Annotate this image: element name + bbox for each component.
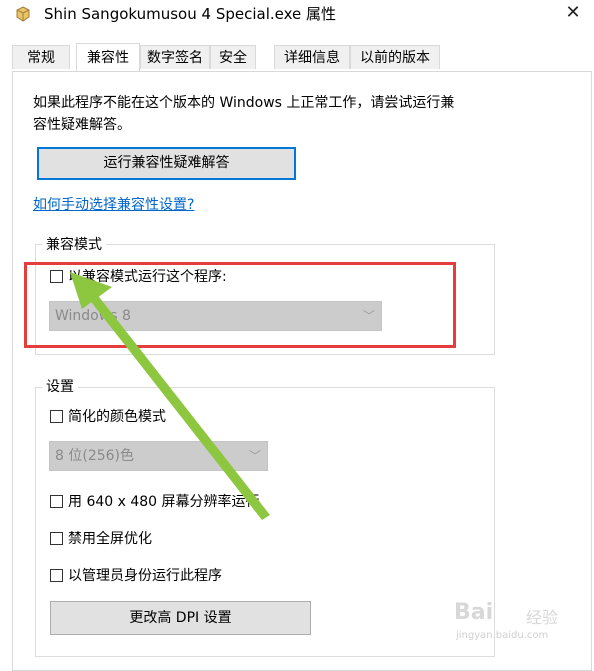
run-as-admin-row[interactable]: 以管理员身份运行此程序 bbox=[50, 566, 222, 586]
intro-line-1: 如果此程序不能在这个版本的 Windows 上正常工作，请尝试运行兼 bbox=[33, 95, 455, 111]
reduced-color-row[interactable]: 简化的颜色模式 bbox=[50, 407, 166, 427]
watermark-brand-jingyan: 经验 bbox=[526, 608, 559, 627]
change-dpi-button[interactable]: 更改高 DPI 设置 bbox=[50, 601, 311, 635]
watermark-brand: Bai bbox=[454, 600, 494, 625]
settings-group-label: 设置 bbox=[42, 376, 78, 396]
run-640-checkbox[interactable] bbox=[50, 495, 63, 508]
tab-digital-signatures[interactable]: 数字签名 bbox=[140, 45, 210, 69]
reduced-color-checkbox[interactable] bbox=[50, 410, 63, 423]
watermark-url: jingyan.baidu.com bbox=[456, 630, 549, 641]
run-troubleshooter-button[interactable]: 运行兼容性疑难解答 bbox=[37, 147, 296, 180]
tab-previous-versions[interactable]: 以前的版本 bbox=[350, 45, 440, 69]
disable-fullscreen-label: 禁用全屏优化 bbox=[68, 531, 152, 547]
disable-fullscreen-checkbox[interactable] bbox=[50, 532, 63, 545]
title-bar: Shin Sangokumusou 4 Special.exe 属性 ✕ bbox=[0, 0, 594, 30]
tab-details[interactable]: 详细信息 bbox=[274, 45, 350, 69]
color-depth-select-value: 8 位(256)色 bbox=[55, 448, 135, 464]
window-title: Shin Sangokumusou 4 Special.exe 属性 bbox=[44, 5, 337, 23]
app-icon bbox=[14, 5, 32, 23]
run-640-label: 用 640 x 480 屏幕分辨率运行 bbox=[68, 494, 260, 510]
disable-fullscreen-row[interactable]: 禁用全屏优化 bbox=[50, 529, 152, 549]
compat-mode-group-label: 兼容模式 bbox=[42, 234, 106, 254]
run-as-admin-label: 以管理员身份运行此程序 bbox=[68, 568, 222, 584]
chevron-down-icon: ﹀ bbox=[248, 449, 261, 463]
tab-security[interactable]: 安全 bbox=[210, 45, 256, 69]
color-depth-select: 8 位(256)色 ﹀ bbox=[49, 441, 268, 471]
tab-compatibility[interactable]: 兼容性 bbox=[76, 43, 140, 71]
close-button[interactable]: ✕ bbox=[556, 0, 590, 26]
run-as-admin-checkbox[interactable] bbox=[50, 569, 63, 582]
intro-line-2: 容性疑难解答。 bbox=[33, 117, 131, 133]
reduced-color-label: 简化的颜色模式 bbox=[68, 409, 166, 425]
baidu-watermark: Bai 经验 jingyan.baidu.com bbox=[454, 600, 574, 650]
intro-text: 如果此程序不能在这个版本的 Windows 上正常工作，请尝试运行兼 容性疑难解… bbox=[33, 92, 513, 136]
annotation-highlight-box bbox=[24, 262, 456, 348]
manual-compat-settings-link[interactable]: 如何手动选择兼容性设置? bbox=[33, 194, 194, 214]
tab-general[interactable]: 常规 bbox=[12, 45, 70, 69]
run-640-row[interactable]: 用 640 x 480 屏幕分辨率运行 bbox=[50, 492, 260, 512]
